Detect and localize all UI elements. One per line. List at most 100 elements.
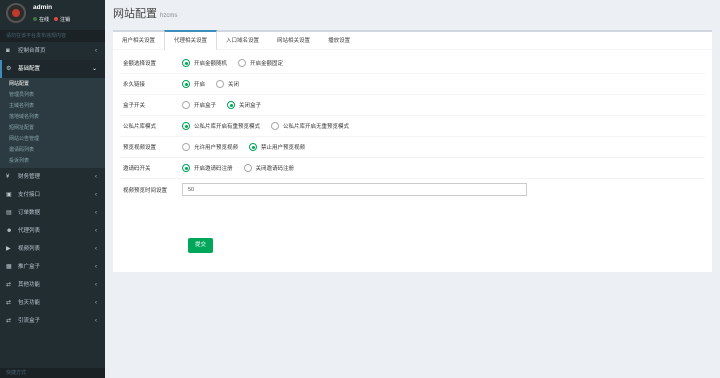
row-label: 公私片库模式 [123, 124, 157, 130]
radio-button[interactable] [182, 80, 190, 88]
logout-link[interactable]: 注销 [54, 16, 70, 23]
form-row: 永久链接 开启 关闭 [120, 74, 705, 95]
row-label: 邀请码开关 [123, 166, 151, 172]
gear-icon: ⚙ [6, 66, 12, 72]
form-row: 公私片库模式 公私片库开启有重预览模式 公私片库开启无重预览模式 [120, 116, 705, 137]
radio-option[interactable]: 禁止用户预览视频 [249, 143, 305, 151]
chevron-left-icon: ‹ [95, 192, 97, 198]
radio-button[interactable] [249, 143, 258, 151]
page-title: 网站配置 hzcms [113, 8, 178, 20]
row-label: 预览视频设置 [123, 145, 157, 151]
sidebar-item-7[interactable]: ▦ 推广盒子 ‹ [0, 258, 105, 276]
sidebar-item-label: 推广盒子 [18, 264, 41, 270]
sidebar-item-2[interactable]: ¥ 财务管理 ‹ [0, 168, 105, 186]
sidebar-item-6[interactable]: ▶ 视频列表 ‹ [0, 240, 105, 258]
radio-label: 开启金额随机 [194, 61, 228, 67]
payment-icon: ▣ [6, 192, 12, 198]
radio-label: 关闭盒子 [239, 103, 262, 109]
radio-option[interactable]: 开启邀请码注册 [182, 164, 233, 172]
row-label: 视频预览时间设置 [123, 187, 168, 194]
chevron-left-icon: ‹ [95, 264, 97, 270]
logout-dot-icon [54, 17, 59, 21]
box-icon: ▦ [6, 264, 12, 270]
sidebar-item-label: 控制台首页 [18, 48, 46, 54]
radio-button[interactable] [238, 59, 247, 67]
main-content: 网站配置 hzcms 用户相关设置 代理相关设置 入口域名设置 网站相关设置 播放设置 金… [105, 0, 720, 378]
avatar[interactable] [6, 3, 26, 23]
radio-option[interactable]: 开启 [182, 80, 205, 88]
radio-label: 关闭邀请码注册 [255, 166, 295, 172]
sidebar-item-label: 财务管理 [18, 174, 41, 180]
submenu-item[interactable]: 投诉列表 [0, 156, 105, 167]
radio-option[interactable]: 允许用户预览视频 [182, 143, 238, 151]
radio-option[interactable]: 关闭 [216, 80, 239, 88]
sidebar-item-5[interactable]: ☻ 代理列表 ‹ [0, 222, 105, 240]
sidebar-item-4[interactable]: ▤ 订单数据 ‹ [0, 204, 105, 222]
users-icon: ☻ [6, 228, 13, 234]
sidebar-item-3[interactable]: ▣ 支付接口 ‹ [0, 186, 105, 204]
user-panel: admin 在线 注销 [0, 0, 105, 30]
preview-time-input[interactable] [182, 183, 527, 196]
submenu-item[interactable]: 邀请码列表 [0, 145, 105, 156]
sidebar-item-label: 包天功能 [18, 300, 41, 306]
settings-panel: 用户相关设置 代理相关设置 入口域名设置 网站相关设置 播放设置 金额选择设置 开启金额随… [113, 30, 712, 272]
radio-button[interactable] [216, 80, 225, 88]
radio-option[interactable]: 关闭邀请码注册 [243, 164, 295, 172]
sidebar-item-9[interactable]: ⇄ 包天功能 ‹ [0, 294, 105, 312]
tab-0[interactable]: 用户相关设置 [113, 32, 164, 50]
radio-option[interactable]: 公私片库开启无重预览模式 [271, 122, 349, 130]
row-label: 永久链接 [123, 82, 146, 88]
tab-1[interactable]: 代理相关设置 [164, 30, 218, 50]
chevron-left-icon: ‹ [95, 48, 97, 54]
radio-button[interactable] [182, 164, 190, 172]
online-status: 在线 [33, 16, 49, 23]
chevron-left-icon: ‹ [95, 282, 97, 288]
sidebar-item-1[interactable]: ⚙ 基础配置 ⌄ [0, 60, 105, 78]
submenu-item[interactable]: 短网址配置 [0, 123, 105, 134]
chevron-left-icon: ‹ [95, 318, 97, 324]
tab-4[interactable]: 播放设置 [319, 32, 359, 50]
radio-label: 公私片库开启有重预览模式 [194, 124, 261, 130]
form-row: 预览视频设置 允许用户预览视频 禁止用户预览视频 [120, 137, 705, 158]
radio-label: 开启 [194, 82, 206, 88]
submenu: 网站配置 管理员列表 主域名列表 落地域名列表 短网址配置 网站公告管理 邀请码列表 投诉列表 [0, 78, 105, 168]
submenu-item[interactable]: 落地域名列表 [0, 112, 105, 123]
online-dot-icon [33, 17, 37, 21]
radio-option[interactable]: 关闭盒子 [227, 101, 261, 109]
sidebar-header: 请勿在该平台发布违规内容 [0, 30, 105, 42]
radio-label: 开启金额固定 [250, 61, 284, 67]
submenu-item[interactable]: 主域名列表 [0, 101, 105, 112]
sidebar-item-8[interactable]: ⇄ 其他功能 ‹ [0, 276, 105, 294]
chevron-down-icon: ⌄ [91, 66, 97, 72]
form-row: 盒子开关 开启盒子 关闭盒子 [120, 95, 705, 116]
tab-bar: 用户相关设置 代理相关设置 入口域名设置 网站相关设置 播放设置 [113, 30, 712, 50]
radio-option[interactable]: 公私片库开启有重预览模式 [182, 122, 260, 130]
dashboard-icon: ◙ [6, 48, 10, 54]
radio-option[interactable]: 开启盒子 [182, 101, 216, 109]
sidebar-nav: ◙ 控制台首页 ‹ ⚙ 基础配置 ⌄ 网站配置 管理员列表 主域名列表 落地域名列表 短网址配置 网站… [0, 42, 105, 330]
tab-3[interactable]: 网站相关设置 [268, 32, 319, 50]
package-icon: ⇄ [6, 300, 12, 306]
radio-button[interactable] [271, 122, 280, 130]
radio-button[interactable] [182, 59, 190, 67]
user-status: 在线 注销 [33, 16, 70, 23]
radio-button[interactable] [182, 143, 190, 151]
tab-2[interactable]: 入口域名设置 [217, 32, 268, 50]
sidebar-item-0[interactable]: ◙ 控制台首页 ‹ [0, 42, 105, 60]
submenu-item[interactable]: 网站公告管理 [0, 134, 105, 145]
submenu-item[interactable]: 网站配置 [0, 79, 105, 90]
radio-button[interactable] [243, 164, 252, 172]
chevron-left-icon: ‹ [95, 174, 97, 180]
page-subtitle: hzcms [160, 13, 178, 19]
radio-button[interactable] [227, 101, 236, 109]
radio-option[interactable]: 开启金额随机 [182, 59, 227, 67]
radio-label: 开启邀请码注册 [194, 166, 233, 172]
form-row: 视频预览时间设置 [120, 179, 705, 200]
submenu-item[interactable]: 管理员列表 [0, 90, 105, 101]
submit-button[interactable]: 提交 [188, 238, 213, 253]
radio-button[interactable] [182, 122, 190, 130]
radio-button[interactable] [182, 101, 190, 109]
row-label: 金额选择设置 [123, 61, 157, 67]
sidebar-item-10[interactable]: ⇄ 引流盒子 ‹ [0, 312, 105, 330]
radio-option[interactable]: 开启金额固定 [238, 59, 283, 67]
